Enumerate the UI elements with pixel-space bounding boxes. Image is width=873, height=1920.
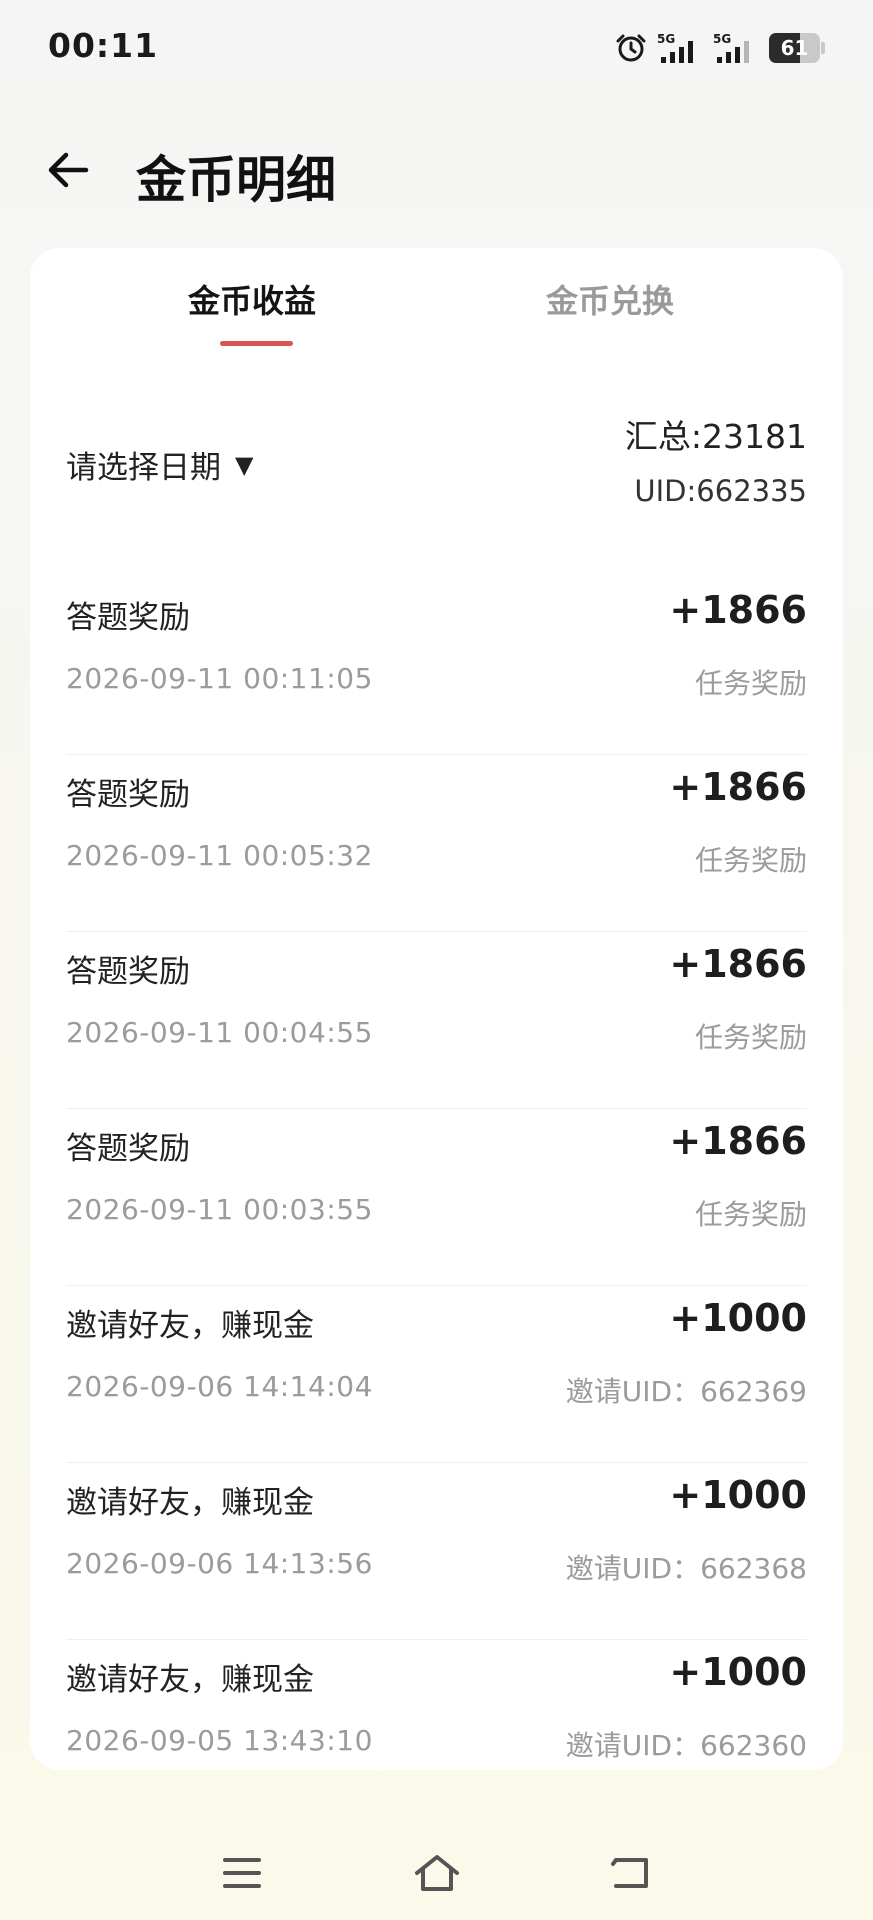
list-item: 答题奖励 +1866 2026-09-11 00:05:32 任务奖励 (66, 755, 807, 932)
system-nav-bar (0, 1820, 873, 1920)
network-type-2: 5G (713, 32, 731, 46)
list-item: 答题奖励 +1866 2026-09-11 00:04:55 任务奖励 (66, 932, 807, 1109)
list-item: 邀请好友，赚现金 +1000 2026-09-06 14:13:56 邀请UID… (66, 1463, 807, 1640)
record-time: 2026-09-11 00:04:55 (66, 1016, 373, 1049)
record-amount: +1866 (669, 1119, 807, 1163)
list-item: 邀请好友，赚现金 +1000 2026-09-05 13:43:10 邀请UID… (66, 1640, 807, 1770)
record-time: 2026-09-06 14:13:56 (66, 1547, 373, 1580)
record-note: 任务奖励 (694, 844, 807, 877)
back-button[interactable] (40, 142, 96, 198)
date-picker-label: 请选择日期 (66, 450, 221, 486)
record-time: 2026-09-11 00:11:05 (66, 662, 373, 695)
nav-back-button[interactable] (601, 1848, 661, 1898)
record-note: 邀请UID：662360 (565, 1729, 807, 1762)
battery-icon: 61 (769, 33, 825, 63)
record-title: 邀请好友，赚现金 (66, 1308, 314, 1344)
record-title: 邀请好友，赚现金 (66, 1662, 314, 1698)
list-item: 答题奖励 +1866 2026-09-11 00:11:05 任务奖励 (66, 578, 807, 755)
record-time: 2026-09-11 00:03:55 (66, 1193, 373, 1226)
network-type-1: 5G (657, 32, 675, 46)
record-note: 邀请UID：662369 (565, 1375, 807, 1408)
home-icon (415, 1855, 459, 1891)
coin-detail-card: 金币收益 金币兑换 请选择日期 ▼ 汇总:23181 UID:662335 答题… (30, 248, 843, 1770)
triangle-down-icon: ▼ (235, 450, 254, 479)
record-amount: +1866 (669, 942, 807, 986)
status-time: 00:11 (48, 26, 159, 65)
nav-menu-button[interactable] (212, 1848, 272, 1898)
record-title: 答题奖励 (66, 777, 190, 813)
header: 金币明细 (0, 120, 873, 220)
status-bar: 00:11 5G 5G 61 (0, 0, 873, 96)
record-note: 任务奖励 (694, 1198, 807, 1231)
nav-home-button[interactable] (407, 1848, 467, 1898)
signal-icon-2: 5G (713, 31, 759, 65)
user-uid: UID:662335 (634, 474, 807, 508)
record-amount: +1866 (669, 765, 807, 809)
tab-bar: 金币收益 金币兑换 (30, 248, 843, 358)
total-summary: 汇总:23181 (624, 417, 807, 456)
tab-coin-exchange[interactable]: 金币兑换 (546, 276, 674, 322)
active-tab-indicator (220, 341, 293, 346)
list-item: 答题奖励 +1866 2026-09-11 00:03:55 任务奖励 (66, 1109, 807, 1286)
record-title: 答题奖励 (66, 600, 190, 636)
tab-coin-income[interactable]: 金币收益 (188, 276, 316, 322)
record-amount: +1000 (669, 1650, 807, 1694)
list-item: 邀请好友，赚现金 +1000 2026-09-06 14:14:04 邀请UID… (66, 1286, 807, 1463)
record-amount: +1000 (669, 1473, 807, 1517)
arrow-left-icon (48, 152, 89, 188)
record-time: 2026-09-05 13:43:10 (66, 1724, 373, 1757)
menu-icon (223, 1858, 261, 1888)
battery-level: 61 (780, 36, 809, 60)
status-icons: 5G 5G 61 (615, 30, 825, 66)
record-title: 答题奖励 (66, 1131, 190, 1167)
signal-icon-1: 5G (657, 31, 703, 65)
alarm-icon (615, 32, 647, 64)
record-title: 邀请好友，赚现金 (66, 1485, 314, 1521)
record-time: 2026-09-11 00:05:32 (66, 839, 373, 872)
back-icon (611, 1858, 648, 1888)
filter-row: 请选择日期 ▼ 汇总:23181 UID:662335 (30, 398, 843, 528)
record-amount: +1866 (669, 588, 807, 632)
record-time: 2026-09-06 14:14:04 (66, 1370, 373, 1403)
record-note: 任务奖励 (694, 1021, 807, 1054)
record-list: 答题奖励 +1866 2026-09-11 00:11:05 任务奖励 答题奖励… (66, 578, 807, 1770)
record-title: 答题奖励 (66, 954, 190, 990)
battery-cap (821, 42, 825, 54)
date-picker[interactable]: 请选择日期 ▼ (66, 442, 253, 487)
record-note: 邀请UID：662368 (565, 1552, 807, 1585)
record-note: 任务奖励 (694, 667, 807, 700)
page-title: 金币明细 (136, 151, 336, 209)
record-amount: +1000 (669, 1296, 807, 1340)
